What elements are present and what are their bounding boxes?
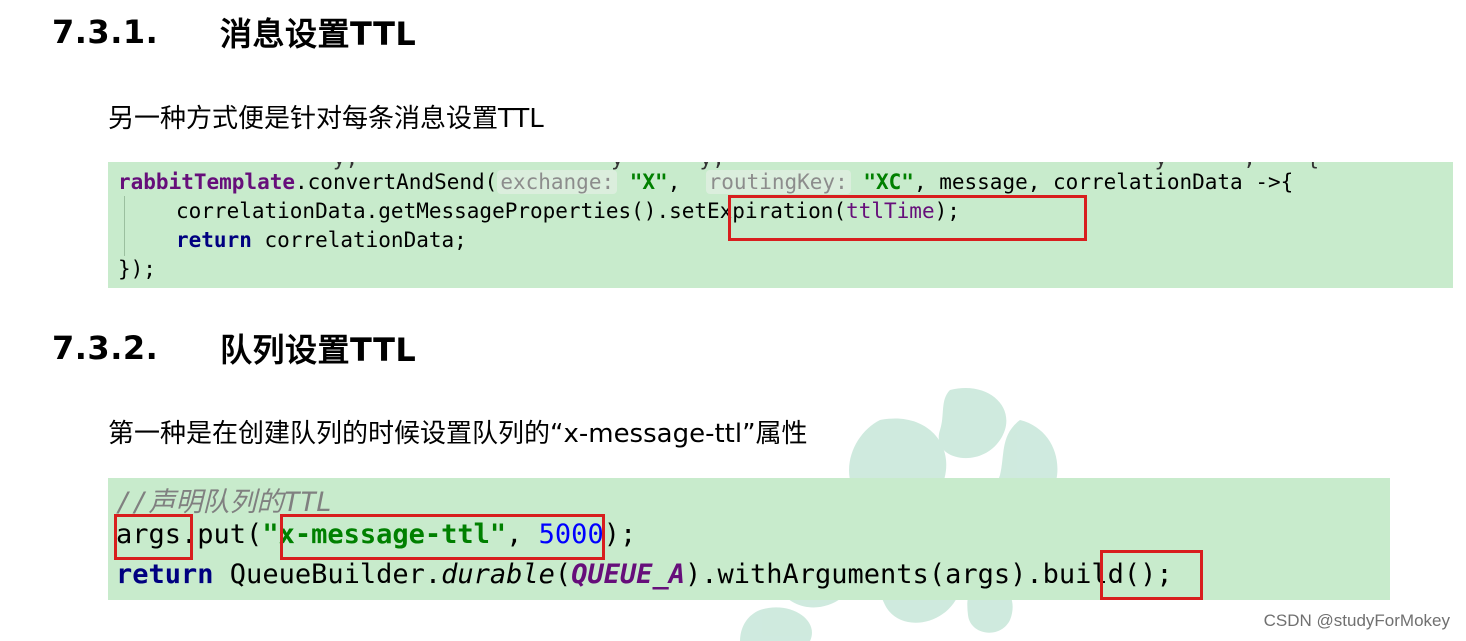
code-line: return QueueBuilder.durable(QUEUE_A).wit… — [116, 559, 1173, 590]
code-line: rabbitTemplate.convertAndSend(exchange: … — [118, 170, 1294, 194]
code-token-rest: , message, correlationData ->{ — [913, 170, 1294, 194]
section-heading-queue-ttl: 7.3.2. 队列设置TTL — [52, 326, 416, 370]
code-token-string: "XC" — [863, 170, 914, 194]
code-line-clipped: y, y y, y , { — [118, 162, 1319, 170]
highlight-box-args — [114, 514, 193, 560]
highlight-box-with-arguments — [1100, 550, 1203, 600]
section-paragraph: 第一种是在创建队列的时候设置队列的“x-message-ttl”属性 — [108, 419, 808, 449]
code-token-method: .convertAndSend( — [295, 170, 498, 194]
code-token-keyword: return — [176, 228, 252, 252]
code-token-end: ); — [603, 519, 637, 550]
code-token-with-arguments: ).withArguments — [684, 559, 929, 590]
param-hint-routing-key: routingKey: — [705, 170, 851, 194]
section-title: 队列设置TTL — [220, 331, 417, 369]
param-hint-exchange: exchange: — [497, 170, 618, 194]
code-token-durable: durable — [441, 559, 555, 590]
code-token-call: correlationData.getMessageProperties() — [176, 199, 657, 223]
code-token-keyword: return — [116, 559, 214, 590]
code-token-args-call: (args) — [928, 559, 1027, 590]
section-paragraph: 另一种方式便是针对每条消息设置TTL — [108, 104, 544, 134]
watermark-credit: CSDN @studyForMokey — [1263, 611, 1450, 630]
section-number: 7.3.1. — [52, 13, 159, 51]
code-token-paren: ( — [554, 559, 572, 590]
code-token-put: .put( — [181, 519, 263, 550]
code-token-receiver: rabbitTemplate — [118, 170, 296, 194]
highlight-box-ttl-key — [280, 514, 605, 560]
section-number: 7.3.2. — [52, 329, 159, 367]
code-line: return correlationData; — [176, 228, 467, 252]
indent-guide — [124, 196, 125, 256]
code-token-string: "X" — [629, 170, 668, 194]
section-title: 消息设置TTL — [220, 15, 417, 53]
section-heading-message-ttl: 7.3.1. 消息设置TTL — [52, 10, 416, 54]
code-token-rest: correlationData; — [251, 228, 467, 252]
highlight-box-set-expiration — [728, 195, 1087, 241]
code-token-constant: QUEUE_A — [571, 559, 685, 590]
code-token-builder: QueueBuilder. — [213, 559, 442, 590]
code-line-clipped: - - - - - - — [118, 276, 789, 288]
